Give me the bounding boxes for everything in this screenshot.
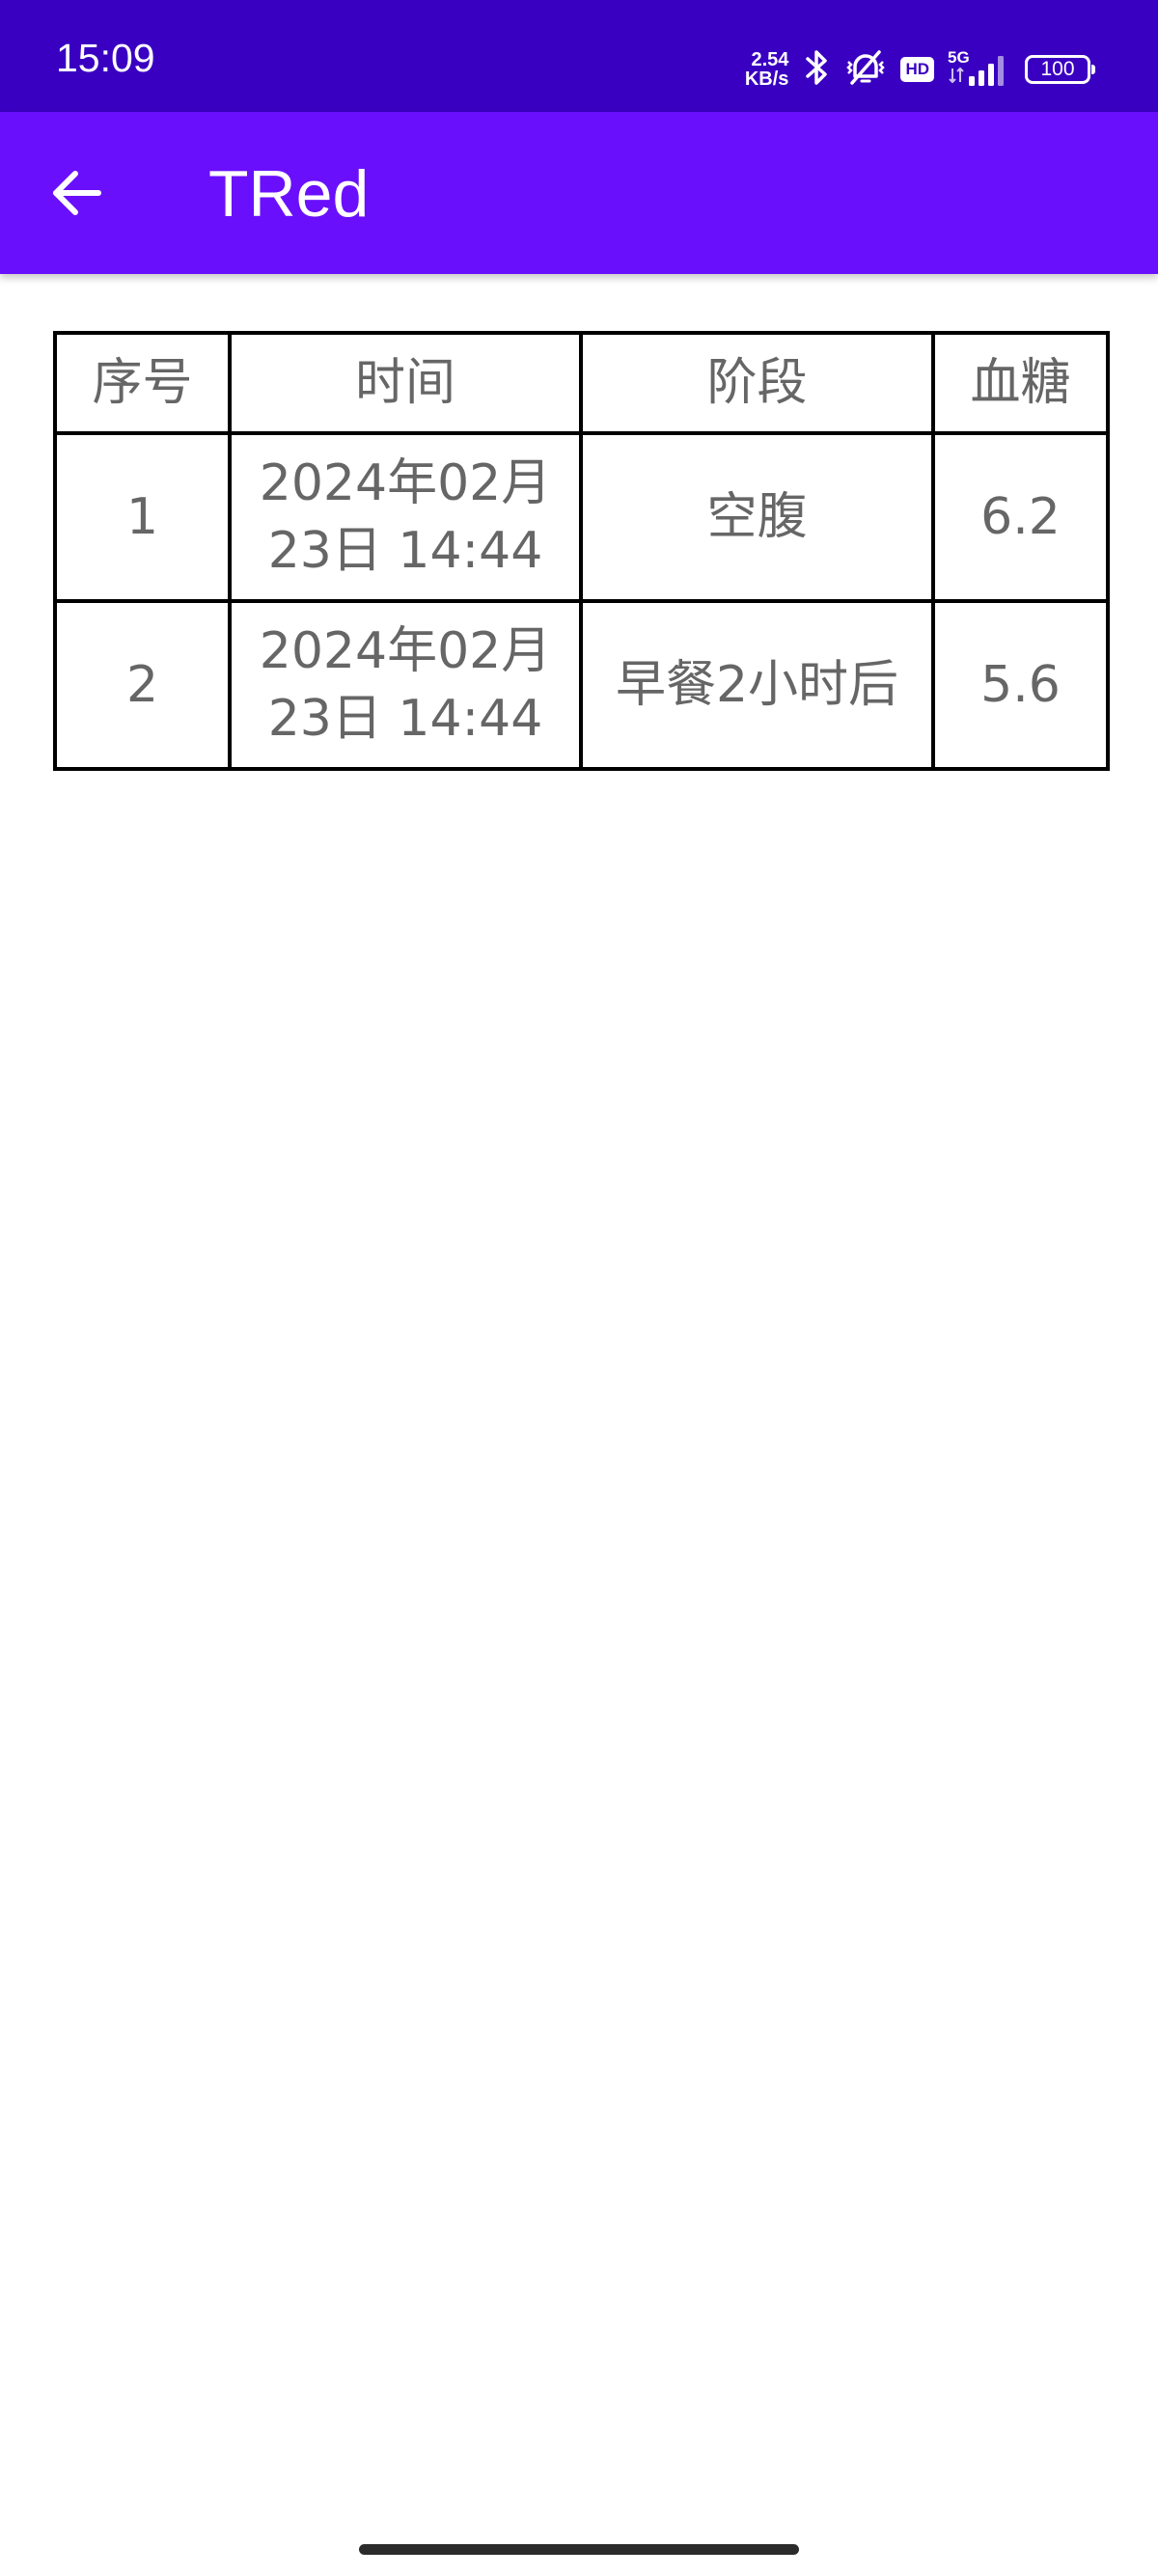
bluetooth-icon	[802, 48, 831, 91]
header-index: 序号	[53, 331, 232, 435]
cell-time-line1: 2024年02月	[259, 622, 552, 680]
table-row: 1 2024年02月 23日 14:44 空腹 6.2	[53, 431, 1110, 603]
cell-stage: 空腹	[579, 431, 935, 603]
cell-index: 1	[53, 431, 232, 603]
network-speed: 2.54 KB/s	[745, 50, 789, 89]
status-bar: 15:09 2.54 KB/s HD 5G 100	[0, 0, 1158, 112]
battery-icon: 100	[1025, 55, 1095, 84]
net-speed-value: 2.54	[751, 49, 789, 70]
cell-glucose: 5.6	[931, 599, 1110, 771]
cell-glucose: 6.2	[931, 431, 1110, 603]
cell-time-line1: 2024年02月	[259, 454, 552, 512]
table-row: 2 2024年02月 23日 14:44 早餐2小时后 5.6	[53, 599, 1110, 771]
signal-icon: 5G	[948, 47, 1011, 92]
app-bar: TRed	[0, 112, 1158, 274]
header-stage: 阶段	[579, 331, 935, 435]
header-glucose: 血糖	[931, 331, 1110, 435]
back-button[interactable]	[29, 145, 125, 241]
vibrate-mute-icon	[844, 48, 887, 91]
cell-stage: 早餐2小时后	[579, 599, 935, 771]
arrow-left-icon	[53, 171, 101, 215]
network-type-label: 5G	[948, 48, 970, 67]
hd-badge: HD	[900, 57, 934, 82]
cell-time-line2: 23日 14:44	[267, 522, 543, 580]
cell-time: 2024年02月 23日 14:44	[228, 599, 583, 771]
net-speed-unit: KB/s	[744, 69, 789, 90]
cell-time-line2: 23日 14:44	[267, 690, 543, 748]
header-time: 时间	[228, 331, 583, 435]
table-header-row: 序号 时间 阶段 血糖	[53, 331, 1110, 435]
page-title: TRed	[208, 157, 370, 231]
cell-index: 2	[53, 599, 232, 771]
cell-time: 2024年02月 23日 14:44	[228, 431, 583, 603]
status-icons: 2.54 KB/s HD 5G 100	[745, 42, 1095, 96]
glucose-table: 序号 时间 阶段 血糖 1 2024年02月 23日 14:44 空腹 6.2 …	[53, 331, 1110, 771]
status-time: 15:09	[56, 36, 155, 80]
home-indicator[interactable]	[359, 2544, 799, 2555]
